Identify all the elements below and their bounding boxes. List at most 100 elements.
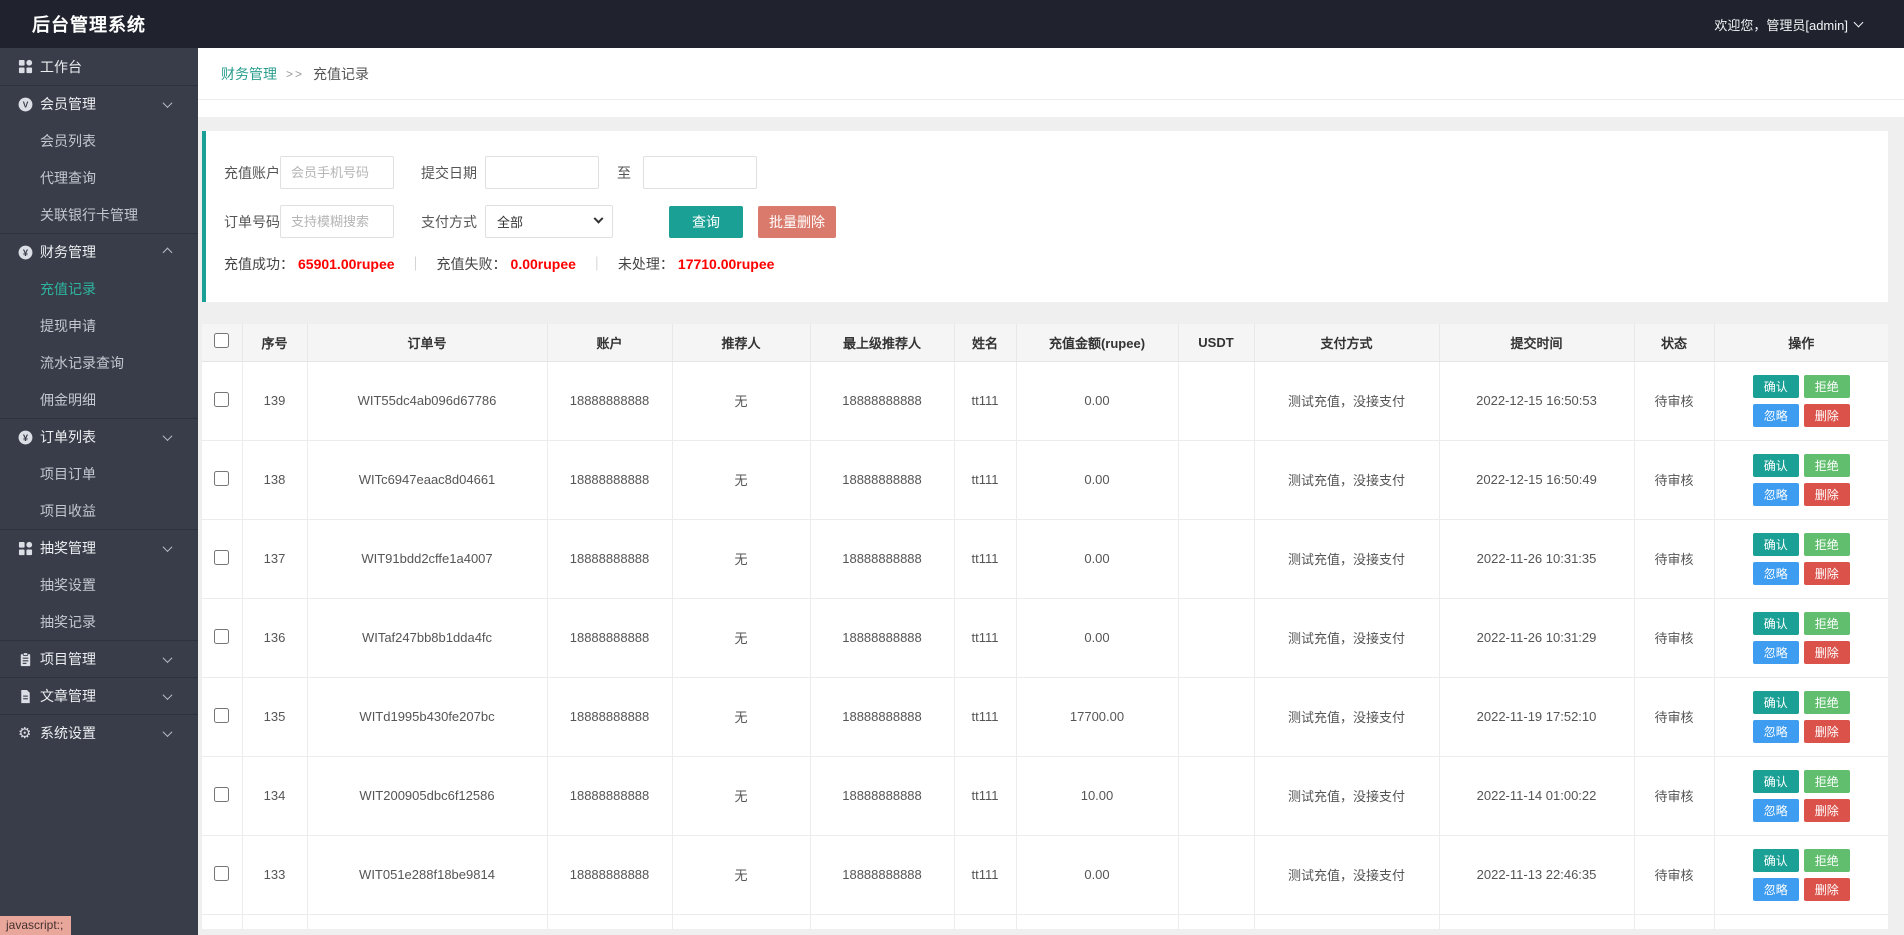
cell-amount: 0.00 bbox=[1016, 835, 1178, 914]
reject-button[interactable]: 拒绝 bbox=[1804, 612, 1850, 635]
ignore-button[interactable]: 忽略 bbox=[1753, 878, 1799, 901]
row-checkbox[interactable] bbox=[214, 471, 229, 486]
reject-button[interactable]: 拒绝 bbox=[1804, 454, 1850, 477]
cell-account: 18888888888 bbox=[547, 519, 672, 598]
sidebar-subitem-项目收益[interactable]: 项目收益 bbox=[0, 492, 198, 529]
cell-referrer: 无 bbox=[672, 598, 810, 677]
sidebar-subitem-关联银行卡管理[interactable]: 关联银行卡管理 bbox=[0, 196, 198, 233]
ignore-button[interactable]: 忽略 bbox=[1753, 720, 1799, 743]
ignore-button[interactable]: 忽略 bbox=[1753, 562, 1799, 585]
delete-button[interactable]: 删除 bbox=[1804, 799, 1850, 822]
svg-text:¥: ¥ bbox=[23, 432, 29, 442]
sidebar-subitem-流水记录查询[interactable]: 流水记录查询 bbox=[0, 344, 198, 381]
sidebar-item-抽奖管理[interactable]: 抽奖管理 bbox=[0, 529, 198, 566]
cell-time: 2022-12-15 16:50:53 bbox=[1439, 361, 1634, 440]
confirm-button[interactable]: 确认 bbox=[1753, 849, 1799, 872]
delete-button[interactable]: 删除 bbox=[1804, 720, 1850, 743]
row-checkbox[interactable] bbox=[214, 550, 229, 565]
cell-order_no: WITaf247bb8b1dda4fc bbox=[307, 598, 547, 677]
cell-seq: 139 bbox=[242, 361, 307, 440]
row-checkbox[interactable] bbox=[214, 629, 229, 644]
user-menu[interactable]: 欢迎您，管理员[admin] bbox=[1714, 15, 1904, 34]
payment-method-select[interactable]: 全部 bbox=[485, 205, 613, 238]
cell-payment: 测试充值，没接支付 bbox=[1254, 440, 1439, 519]
sidebar-subitem-抽奖设置[interactable]: 抽奖设置 bbox=[0, 566, 198, 603]
delete-button[interactable]: 删除 bbox=[1804, 404, 1850, 427]
sidebar-item-会员管理[interactable]: V会员管理 bbox=[0, 85, 198, 122]
chevron-down-icon bbox=[163, 653, 173, 663]
cell-time: 2022-11-19 17:52:10 bbox=[1439, 677, 1634, 756]
confirm-button[interactable]: 确认 bbox=[1753, 533, 1799, 556]
reject-button[interactable]: 拒绝 bbox=[1804, 533, 1850, 556]
confirm-button[interactable]: 确认 bbox=[1753, 612, 1799, 635]
cell-name: tt111 bbox=[954, 361, 1016, 440]
sidebar-item-订单列表[interactable]: ¥订单列表 bbox=[0, 418, 198, 455]
cell-actions: 确认拒绝忽略删除 bbox=[1714, 440, 1888, 519]
sidebar-item-项目管理[interactable]: 项目管理 bbox=[0, 640, 198, 677]
cell-time: 2022-12-15 16:50:49 bbox=[1439, 440, 1634, 519]
sidebar-subitem-代理查询[interactable]: 代理查询 bbox=[0, 159, 198, 196]
reject-button[interactable]: 拒绝 bbox=[1804, 849, 1850, 872]
row-checkbox[interactable] bbox=[214, 787, 229, 802]
batch-delete-button[interactable]: 批量删除 bbox=[758, 206, 836, 238]
delete-button[interactable]: 删除 bbox=[1804, 562, 1850, 585]
table-header-row: 序号订单号账户推荐人最上级推荐人姓名充值金额(rupee)USDT支付方式提交时… bbox=[202, 324, 1888, 361]
sidebar-item-label: 充值记录 bbox=[40, 279, 96, 299]
reject-button[interactable]: 拒绝 bbox=[1804, 691, 1850, 714]
sidebar-item-label: 流水记录查询 bbox=[40, 353, 124, 373]
delete-button[interactable]: 删除 bbox=[1804, 641, 1850, 664]
sidebar-item-label: 会员管理 bbox=[40, 94, 96, 114]
row-checkbox[interactable] bbox=[214, 866, 229, 881]
sidebar-item-工作台[interactable]: 工作台 bbox=[0, 48, 198, 85]
recharge-account-input[interactable] bbox=[280, 156, 394, 189]
date-to-label: 至 bbox=[617, 163, 631, 183]
sidebar-subitem-抽奖记录[interactable]: 抽奖记录 bbox=[0, 603, 198, 640]
cell-order_no: WIT91bdd2cffe1a4007 bbox=[307, 519, 547, 598]
sidebar-item-label: 抽奖记录 bbox=[40, 612, 96, 632]
cell-checkbox bbox=[202, 677, 242, 756]
sidebar-item-文章管理[interactable]: 文章管理 bbox=[0, 677, 198, 714]
column-header: 序号 bbox=[242, 324, 307, 361]
cell-status: 待审核 bbox=[1634, 677, 1714, 756]
sidebar-subitem-佣金明细[interactable]: 佣金明细 bbox=[0, 381, 198, 418]
ignore-button[interactable]: 忽略 bbox=[1753, 404, 1799, 427]
delete-button[interactable]: 删除 bbox=[1804, 878, 1850, 901]
ignore-button[interactable]: 忽略 bbox=[1753, 641, 1799, 664]
stat-pending-value: 17710.00rupee bbox=[678, 256, 775, 272]
sidebar-item-label: 关联银行卡管理 bbox=[40, 205, 138, 225]
table-row: 134WIT200905dbc6f1258618888888888无188888… bbox=[202, 756, 1888, 835]
sidebar-item-label: 文章管理 bbox=[40, 686, 96, 706]
column-header: 状态 bbox=[1634, 324, 1714, 361]
cell-checkbox bbox=[202, 598, 242, 677]
cell-seq: 138 bbox=[242, 440, 307, 519]
breadcrumb-parent-link[interactable]: 财务管理 bbox=[221, 64, 277, 84]
search-button[interactable]: 查询 bbox=[669, 206, 743, 238]
delete-button[interactable]: 删除 bbox=[1804, 483, 1850, 506]
confirm-button[interactable]: 确认 bbox=[1753, 375, 1799, 398]
sidebar-subitem-充值记录[interactable]: 充值记录 bbox=[0, 270, 198, 307]
sidebar-subitem-提现申请[interactable]: 提现申请 bbox=[0, 307, 198, 344]
records-table-card: 序号订单号账户推荐人最上级推荐人姓名充值金额(rupee)USDT支付方式提交时… bbox=[202, 324, 1888, 929]
sidebar-subitem-项目订单[interactable]: 项目订单 bbox=[0, 455, 198, 492]
confirm-button[interactable]: 确认 bbox=[1753, 691, 1799, 714]
date-to-input[interactable] bbox=[643, 156, 757, 189]
sidebar-item-系统设置[interactable]: ⚙系统设置 bbox=[0, 714, 198, 751]
sidebar-item-财务管理[interactable]: ¥财务管理 bbox=[0, 233, 198, 270]
cell-seq: 135 bbox=[242, 677, 307, 756]
ignore-button[interactable]: 忽略 bbox=[1753, 483, 1799, 506]
row-checkbox[interactable] bbox=[214, 708, 229, 723]
date-from-input[interactable] bbox=[485, 156, 599, 189]
sidebar-item-label: 代理查询 bbox=[40, 168, 96, 188]
reject-button[interactable]: 拒绝 bbox=[1804, 375, 1850, 398]
order-number-input[interactable] bbox=[280, 205, 394, 238]
confirm-button[interactable]: 确认 bbox=[1753, 454, 1799, 477]
cell-name: tt111 bbox=[954, 440, 1016, 519]
ignore-button[interactable]: 忽略 bbox=[1753, 799, 1799, 822]
order-number-label: 订单号码 bbox=[224, 212, 280, 232]
select-all-checkbox[interactable] bbox=[214, 333, 229, 348]
sidebar-subitem-会员列表[interactable]: 会员列表 bbox=[0, 122, 198, 159]
confirm-button[interactable]: 确认 bbox=[1753, 770, 1799, 793]
row-checkbox[interactable] bbox=[214, 392, 229, 407]
cell-top_referrer: 18888888888 bbox=[810, 519, 954, 598]
reject-button[interactable]: 拒绝 bbox=[1804, 770, 1850, 793]
